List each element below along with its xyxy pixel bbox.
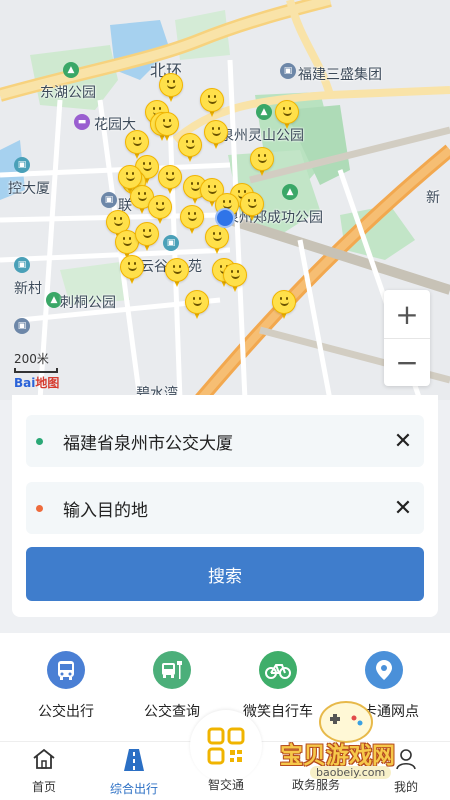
destination-field[interactable]: 输入目的地 ✕ — [26, 482, 424, 534]
park-poi-icon: ▲ — [63, 62, 79, 78]
bike-station-pin-icon[interactable] — [180, 205, 204, 235]
bike-station-pin-icon[interactable] — [272, 290, 296, 320]
map-label-yungu: 云谷 — [140, 259, 168, 275]
office-poi-icon: ▣ — [14, 318, 30, 334]
bike-station-pin-icon[interactable] — [205, 225, 229, 255]
bike-station-pin-icon[interactable] — [158, 165, 182, 195]
bike-station-pin-icon[interactable] — [223, 263, 247, 293]
route-search-card: 福建省泉州市公交大厦 ✕ 输入目的地 ✕ 搜索 — [12, 395, 438, 617]
clear-destination-icon[interactable]: ✕ — [388, 496, 418, 521]
scale-label: 200米 — [14, 352, 49, 366]
bike-station-pin-icon[interactable] — [275, 100, 299, 130]
bus-icon — [47, 651, 85, 689]
bus-stop-icon — [153, 651, 191, 689]
map-view[interactable]: ▣ ▲ ▬ ▲ ▲ ▣ ▣ ▣ ▲ ▣ ▣ 北环 福建三盛集团 东湖公园 花园大… — [0, 0, 450, 400]
quick-action-label: 公交出行 — [38, 704, 94, 720]
logo-suffix: 地图 — [35, 376, 60, 390]
map-scale: 200米 — [14, 350, 58, 373]
clear-origin-icon[interactable]: ✕ — [388, 429, 418, 454]
bike-station-pin-icon[interactable] — [200, 88, 224, 118]
bicycle-icon — [259, 651, 297, 689]
map-label-donghu: 东湖公园 — [40, 85, 96, 101]
watermark-text: 宝贝游戏网 — [280, 743, 395, 769]
park-poi-icon: ▲ — [282, 184, 298, 200]
office-poi-icon: ▣ — [163, 235, 179, 251]
bike-station-pin-icon[interactable] — [118, 165, 142, 195]
origin-dot-icon — [36, 437, 43, 445]
bike-station-pin-icon[interactable] — [120, 255, 144, 285]
map-label-citong: 刺桐公园 — [60, 295, 116, 311]
destination-placeholder[interactable]: 输入目的地 — [63, 496, 388, 521]
park-poi-icon: ▲ — [256, 104, 272, 120]
zoom-out-button[interactable]: − — [384, 338, 430, 386]
zoom-in-button[interactable]: + — [384, 290, 430, 338]
nav-center-label: 智交通 — [207, 778, 244, 792]
nav-home[interactable]: 首页 — [6, 748, 82, 795]
hotel-poi-icon: ▬ — [74, 114, 90, 130]
origin-field[interactable]: 福建省泉州市公交大厦 ✕ — [26, 415, 424, 467]
bike-station-pin-icon[interactable] — [155, 112, 179, 142]
bike-station-pin-icon[interactable] — [165, 258, 189, 288]
quick-action-bus-query[interactable]: 公交查询 — [116, 651, 228, 721]
nav-transit[interactable]: 综合出行 — [96, 748, 172, 797]
office-poi-icon: ▣ — [14, 257, 30, 273]
search-button[interactable]: 搜索 — [26, 547, 424, 601]
home-icon — [33, 748, 55, 769]
watermark-url: baobeiy.com — [310, 766, 392, 779]
bike-station-pin-icon[interactable] — [178, 133, 202, 163]
logo-text: Bai — [14, 376, 36, 390]
baidu-map-logo: Bai地图 — [14, 374, 59, 391]
location-pin-icon — [365, 651, 403, 689]
bike-station-pin-icon[interactable] — [159, 73, 183, 103]
road-icon — [124, 749, 144, 771]
nav-transit-label: 综合出行 — [109, 782, 158, 796]
office-poi-icon: ▣ — [101, 192, 117, 208]
watermark: 宝贝游戏网 baobeiy.com — [270, 700, 430, 790]
map-label-yuan: 苑 — [188, 259, 202, 275]
office-poi-icon: ▣ — [14, 157, 30, 173]
map-label-sansheng: 福建三盛集团 — [298, 67, 382, 83]
qr-code-icon — [207, 727, 245, 765]
bike-station-pin-icon[interactable] — [148, 195, 172, 225]
current-location-icon — [215, 208, 235, 228]
bike-station-pin-icon[interactable] — [204, 120, 228, 150]
bike-station-pin-icon[interactable] — [135, 222, 159, 252]
nav-home-label: 首页 — [31, 780, 56, 794]
bike-station-pin-icon[interactable] — [250, 147, 274, 177]
map-label-xin: 新 — [426, 190, 440, 206]
origin-text[interactable]: 福建省泉州市公交大厦 — [63, 429, 388, 454]
map-label-xincun: 新村 — [14, 281, 42, 297]
map-label-kongda: 控大厦 — [8, 181, 50, 197]
destination-dot-icon — [36, 504, 43, 512]
scale-bar — [14, 368, 58, 373]
bike-station-pin-icon[interactable] — [240, 192, 264, 222]
zoom-control: + − — [384, 290, 430, 386]
bike-station-pin-icon[interactable] — [185, 290, 209, 320]
nav-center[interactable]: 智交通 — [188, 776, 264, 793]
quick-action-bus-travel[interactable]: 公交出行 — [10, 651, 122, 721]
smart-transit-button[interactable] — [190, 710, 262, 782]
office-poi-icon: ▣ — [280, 63, 296, 79]
